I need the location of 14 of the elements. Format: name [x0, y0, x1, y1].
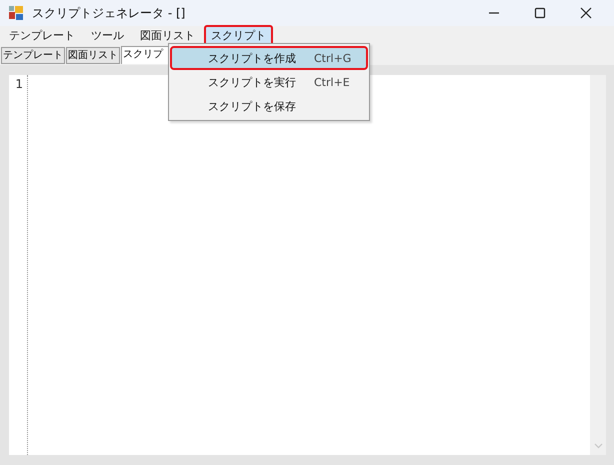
- tab[interactable]: 図面リスト: [66, 47, 120, 64]
- app-icon: [8, 5, 24, 21]
- chevron-down-icon: [594, 443, 602, 449]
- menu-item[interactable]: ツール: [84, 24, 131, 46]
- menu-item[interactable]: スクリプトを保存: [170, 94, 368, 118]
- scrollbar[interactable]: [590, 75, 606, 455]
- close-icon[interactable]: [580, 7, 592, 19]
- menu-item[interactable]: テンプレート: [2, 24, 82, 46]
- menu-item[interactable]: 図面リスト: [133, 24, 202, 46]
- menu-item[interactable]: スクリプトを作成 Ctrl+G: [170, 46, 368, 70]
- maximize-icon[interactable]: [534, 7, 546, 19]
- window-title: スクリプトジェネレータ - []: [32, 4, 186, 22]
- line-number: 1: [14, 77, 24, 91]
- tab[interactable]: テンプレート: [1, 47, 65, 64]
